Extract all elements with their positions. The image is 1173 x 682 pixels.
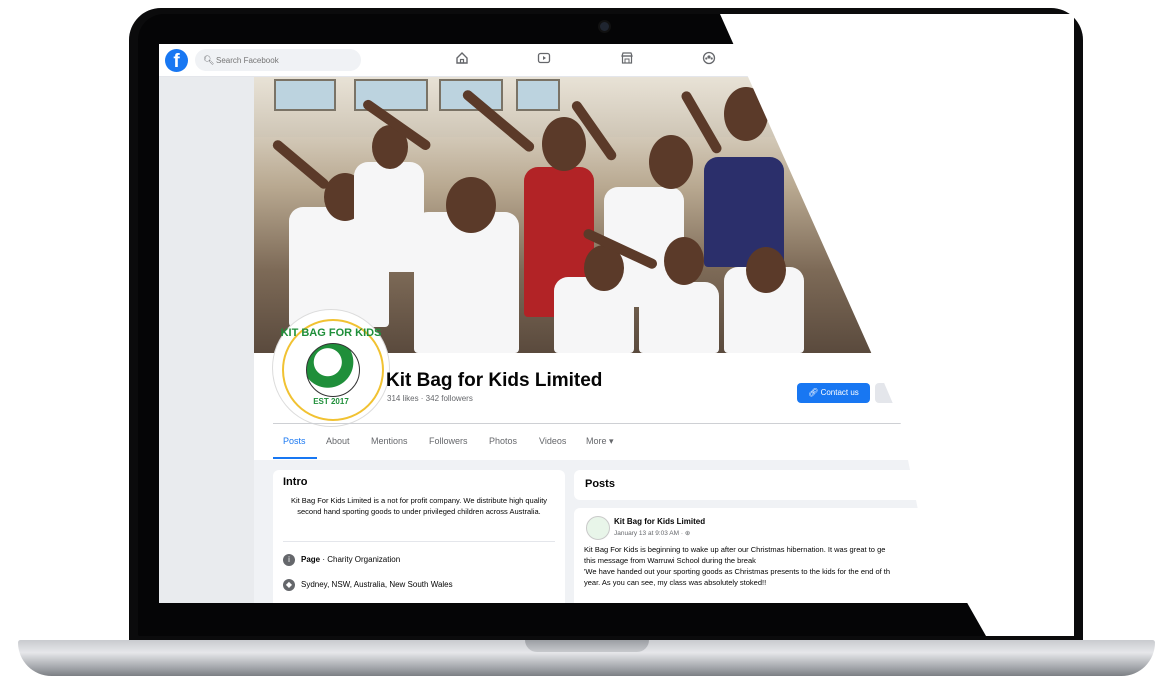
tab-videos[interactable]: Videos: [539, 436, 566, 446]
facebook-page: KI KIT BAG FOR KIDS EST 2017 Kit Bag for…: [159, 44, 1074, 603]
post-timestamp[interactable]: January 13 at 9:03 AM · ⊕: [614, 529, 690, 537]
intro-description: Kit Bag For Kids Limited is a not for pr…: [290, 496, 548, 516]
post-text-line: year. As you can see, my class was absol…: [584, 578, 767, 587]
page-stats[interactable]: 314 likes · 342 followers: [387, 394, 473, 403]
category-row: i Page · Charity Organization: [283, 554, 400, 566]
tabs-divider: [273, 423, 1073, 424]
laptop-notch: [525, 640, 649, 652]
more-actions-button[interactable]: [875, 383, 905, 403]
category-value: · Charity Organization: [320, 555, 401, 565]
kid-head: [542, 117, 586, 171]
post-text-line: 'We have handed out your sporting goods …: [584, 567, 891, 576]
tab-about[interactable]: About: [326, 436, 350, 446]
cover-photo: KI: [254, 77, 1074, 353]
kid-head: [724, 87, 768, 141]
post-author[interactable]: Kit Bag for Kids Limited: [614, 517, 705, 526]
page-title: Kit Bag for Kids Limited: [386, 370, 603, 391]
location-icon: ◆: [283, 579, 295, 591]
post-text-line: this message from Warruwi School during …: [584, 556, 756, 565]
post-body: Kit Bag For Kids is beginning to wake up…: [584, 544, 1054, 588]
link-icon: 🔗︎: [808, 388, 821, 397]
kid-head: [746, 247, 786, 293]
tab-followers[interactable]: Followers: [429, 436, 468, 446]
webcam: [600, 22, 609, 31]
info-icon: i: [283, 554, 295, 566]
kid-shirt: [639, 282, 719, 353]
intro-title: Intro: [283, 476, 308, 488]
posts-header: Posts: [574, 470, 1064, 500]
post-text-line: Kit Bag For Kids is beginning to wake up…: [584, 545, 886, 554]
kid-head: [649, 135, 693, 189]
post-card: Kit Bag for Kids Limited January 13 at 9…: [574, 508, 1064, 603]
location-row: ◆ Sydney, NSW, Australia, New South Wales: [283, 579, 453, 591]
category-label: Page: [301, 555, 321, 565]
soccer-ball-icon: [306, 343, 360, 397]
kid-head: [664, 237, 704, 285]
tab-photos[interactable]: Photos: [489, 436, 517, 446]
kid-shirt: [414, 212, 519, 353]
page-avatar[interactable]: KIT BAG FOR KIDS EST 2017: [273, 310, 389, 426]
intro-card: Intro Kit Bag For Kids Limited is a not …: [273, 470, 565, 603]
cover-logo-text: KI: [904, 305, 940, 343]
intro-divider: [283, 541, 555, 542]
location-value: Sydney, NSW, Australia, New South Wales: [301, 580, 453, 590]
avatar-logo-text: KIT BAG FOR KIDS: [280, 327, 382, 339]
tab-mentions[interactable]: Mentions: [371, 436, 408, 446]
avatar-est-text: EST 2017: [313, 397, 349, 406]
tab-more[interactable]: More ▾: [586, 436, 614, 447]
kid-arm: [270, 138, 331, 191]
posts-title: Posts: [585, 478, 615, 490]
left-pane: [159, 77, 254, 603]
contact-us-label: Contact us: [820, 388, 859, 397]
kid-head: [446, 177, 496, 233]
contact-us-button[interactable]: 🔗︎ Contact us: [797, 383, 870, 403]
post-author-avatar[interactable]: [586, 516, 610, 540]
tab-posts[interactable]: Posts: [283, 436, 306, 446]
active-tab-indicator: [273, 457, 317, 459]
classroom-window: [274, 79, 336, 111]
classroom-window: [516, 79, 560, 111]
